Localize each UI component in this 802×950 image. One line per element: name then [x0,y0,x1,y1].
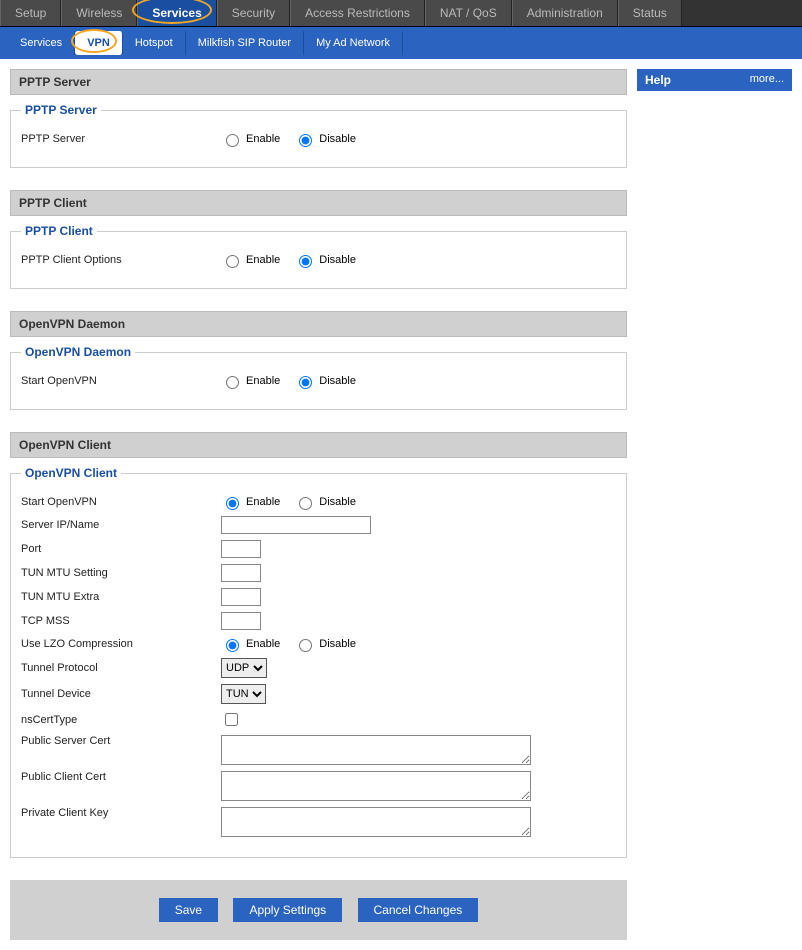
label-public-server-cert: Public Server Cert [21,735,221,747]
nav-nat-qos[interactable]: NAT / QoS [425,0,512,26]
label-start-openvpn-client: Start OpenVPN [21,496,221,508]
nav-administration[interactable]: Administration [512,0,618,26]
label-enable: Enable [246,133,280,145]
sidebar: Help more... [637,69,792,91]
nav-access-restrictions[interactable]: Access Restrictions [290,0,425,26]
radio-pptp-server-disable[interactable] [299,134,312,147]
main-content: PPTP Server PPTP Server PPTP Server Enab… [10,69,627,940]
label-tun-mtu: TUN MTU Setting [21,567,221,579]
select-tunnel-device[interactable]: TUN TAP [221,684,266,704]
subnav-vpn-label: VPN [87,37,110,49]
label-enable: Enable [246,375,280,387]
radio-lzo-disable[interactable] [299,639,312,652]
radio-openvpn-client-disable[interactable] [299,497,312,510]
radio-pptp-client-disable[interactable] [299,255,312,268]
label-lzo: Use LZO Compression [21,638,221,650]
subnav-services[interactable]: Services [8,31,75,55]
apply-settings-button[interactable]: Apply Settings [233,898,342,922]
subnav-milkfish[interactable]: Milkfish SIP Router [186,31,304,55]
textarea-public-server-cert[interactable] [221,735,531,765]
section-header-openvpn-daemon: OpenVPN Daemon [10,311,627,337]
input-tcp-mss[interactable] [221,612,261,630]
label-start-openvpn-daemon: Start OpenVPN [21,375,221,387]
input-port[interactable] [221,540,261,558]
label-public-client-cert: Public Client Cert [21,771,221,783]
fieldset-openvpn-daemon: OpenVPN Daemon Start OpenVPN Enable Disa… [10,345,627,410]
input-tun-mtu-extra[interactable] [221,588,261,606]
radio-pptp-server-enable[interactable] [226,134,239,147]
legend-openvpn-daemon: OpenVPN Daemon [21,345,135,359]
label-server-ip: Server IP/Name [21,519,221,531]
label-disable: Disable [319,375,356,387]
subnav-vpn[interactable]: VPN [75,31,123,55]
label-enable: Enable [246,638,280,650]
nav-services-label: Services [152,6,201,20]
label-tunnel-protocol: Tunnel Protocol [21,662,221,674]
radio-lzo-enable[interactable] [226,639,239,652]
nav-setup[interactable]: Setup [0,0,61,26]
input-tun-mtu[interactable] [221,564,261,582]
legend-openvpn-client: OpenVPN Client [21,466,121,480]
help-box: Help more... [637,69,792,91]
section-header-pptp-client: PPTP Client [10,190,627,216]
label-enable: Enable [246,254,280,266]
save-button[interactable]: Save [159,898,218,922]
subnav-ad-network[interactable]: My Ad Network [304,31,403,55]
fieldset-openvpn-client: OpenVPN Client Start OpenVPN Enable Disa… [10,466,627,858]
textarea-private-client-key[interactable] [221,807,531,837]
nav-security[interactable]: Security [217,0,290,26]
label-nscerttype: nsCertType [21,714,221,726]
label-tunnel-device: Tunnel Device [21,688,221,700]
section-header-pptp-server: PPTP Server [10,69,627,95]
subnav-hotspot[interactable]: Hotspot [123,31,186,55]
label-pptp-server: PPTP Server [21,133,221,145]
label-disable: Disable [319,496,356,508]
help-title: Help [645,73,671,87]
label-private-client-key: Private Client Key [21,807,221,819]
fieldset-pptp-client: PPTP Client PPTP Client Options Enable D… [10,224,627,289]
label-disable: Disable [319,638,356,650]
legend-pptp-server: PPTP Server [21,103,101,117]
help-more-link[interactable]: more... [750,73,784,87]
top-nav: Setup Wireless Services Security Access … [0,0,802,27]
radio-pptp-client-enable[interactable] [226,255,239,268]
radio-openvpn-daemon-disable[interactable] [299,376,312,389]
nav-wireless[interactable]: Wireless [61,0,137,26]
select-tunnel-protocol[interactable]: UDP TCP [221,658,267,678]
fieldset-pptp-server: PPTP Server PPTP Server Enable Disable [10,103,627,168]
button-bar: Save Apply Settings Cancel Changes [10,880,627,940]
legend-pptp-client: PPTP Client [21,224,97,238]
cancel-changes-button[interactable]: Cancel Changes [358,898,479,922]
sub-nav: Services VPN Hotspot Milkfish SIP Router… [0,27,802,59]
label-disable: Disable [319,254,356,266]
nav-status[interactable]: Status [618,0,682,26]
label-port: Port [21,543,221,555]
section-header-openvpn-client: OpenVPN Client [10,432,627,458]
input-server-ip[interactable] [221,516,371,534]
radio-openvpn-client-enable[interactable] [226,497,239,510]
label-enable: Enable [246,496,280,508]
nav-services[interactable]: Services [137,0,216,26]
textarea-public-client-cert[interactable] [221,771,531,801]
label-disable: Disable [319,133,356,145]
label-pptp-client-options: PPTP Client Options [21,254,221,266]
label-tcp-mss: TCP MSS [21,615,221,627]
checkbox-nscerttype[interactable] [225,713,238,726]
label-tun-mtu-extra: TUN MTU Extra [21,591,221,603]
radio-openvpn-daemon-enable[interactable] [226,376,239,389]
